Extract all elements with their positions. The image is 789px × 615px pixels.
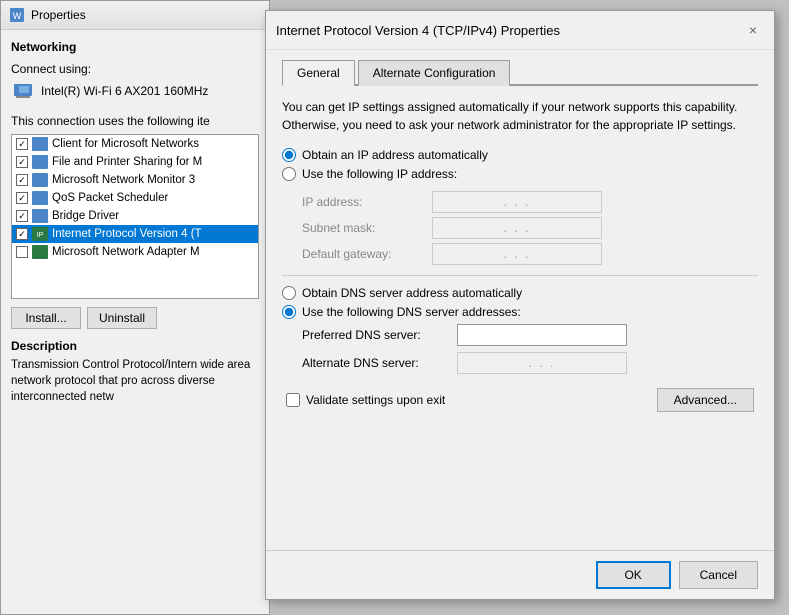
dialog-titlebar: Internet Protocol Version 4 (TCP/IPv4) P… <box>266 11 774 50</box>
divider <box>282 275 758 276</box>
cancel-button[interactable]: Cancel <box>679 561 758 589</box>
bottom-section: Validate settings upon exit Advanced... <box>282 388 758 412</box>
list-item[interactable]: Microsoft Network Adapter M <box>12 243 258 261</box>
obtain-ip-option[interactable]: Obtain an IP address automatically <box>282 148 758 162</box>
checkbox-qos[interactable] <box>16 192 28 204</box>
alternate-dns-input[interactable]: . . . <box>457 352 627 374</box>
info-text: You can get IP settings assigned automat… <box>282 98 758 134</box>
install-button[interactable]: Install... <box>11 307 81 329</box>
checkbox-file-sharing[interactable] <box>16 156 28 168</box>
list-item[interactable]: IP Internet Protocol Version 4 (T <box>12 225 258 243</box>
tab-alternate-config[interactable]: Alternate Configuration <box>358 60 511 86</box>
close-button[interactable]: × <box>742 19 764 41</box>
use-dns-option[interactable]: Use the following DNS server addresses: <box>282 305 758 319</box>
nic-icon <box>13 82 35 100</box>
obtain-dns-radio[interactable] <box>282 286 296 300</box>
checkbox-bridge[interactable] <box>16 210 28 222</box>
obtain-dns-option[interactable]: Obtain DNS server address automatically <box>282 286 758 300</box>
checkbox-monitor[interactable] <box>16 174 28 186</box>
comp-icon <box>32 209 48 223</box>
use-ip-radio[interactable] <box>282 167 296 181</box>
dialog-body: General Alternate Configuration You can … <box>266 50 774 422</box>
list-item[interactable]: File and Printer Sharing for M <box>12 153 258 171</box>
dns-section: Obtain DNS server address automatically … <box>282 286 758 374</box>
obtain-ip-label: Obtain an IP address automatically <box>302 148 488 162</box>
ip-fields-section: IP address: . . . Subnet mask: . . . Def… <box>302 191 758 265</box>
comp-icon <box>32 137 48 151</box>
dns-fields-section: Preferred DNS server: Alternate DNS serv… <box>302 324 758 374</box>
checkbox-adapter[interactable] <box>16 246 28 258</box>
checkbox-client[interactable] <box>16 138 28 150</box>
ip-address-input[interactable]: . . . <box>432 191 602 213</box>
ip-address-label: IP address: <box>302 195 432 209</box>
adapter-row: Intel(R) Wi-Fi 6 AX201 160MHz <box>11 80 259 102</box>
comp-icon: IP <box>32 227 48 241</box>
comp-icon <box>32 155 48 169</box>
use-ip-option[interactable]: Use the following IP address: <box>282 167 758 181</box>
use-dns-label: Use the following DNS server addresses: <box>302 305 521 319</box>
comp-icon <box>32 191 48 205</box>
connection-uses-label: This connection uses the following ite <box>11 114 259 128</box>
networking-label: Networking <box>11 40 259 54</box>
bg-window-title: Properties <box>31 8 86 22</box>
comp-icon <box>32 245 48 259</box>
svg-text:IP: IP <box>37 232 44 239</box>
description-label: Description <box>11 339 259 353</box>
list-item[interactable]: QoS Packet Scheduler <box>12 189 258 207</box>
preferred-dns-row: Preferred DNS server: <box>302 324 758 346</box>
subnet-mask-label: Subnet mask: <box>302 221 432 235</box>
bg-titlebar: W Properties <box>1 1 269 30</box>
dialog-title: Internet Protocol Version 4 (TCP/IPv4) P… <box>276 23 560 38</box>
checkbox-ipv4[interactable] <box>16 228 28 240</box>
validate-checkbox[interactable] <box>286 393 300 407</box>
tab-general[interactable]: General <box>282 60 355 86</box>
obtain-ip-radio[interactable] <box>282 148 296 162</box>
subnet-mask-input[interactable]: . . . <box>432 217 602 239</box>
comp-icon <box>32 173 48 187</box>
wifi-icon: W <box>9 7 25 23</box>
preferred-dns-label: Preferred DNS server: <box>302 328 457 342</box>
list-item[interactable]: Client for Microsoft Networks <box>12 135 258 153</box>
ok-button[interactable]: OK <box>596 561 671 589</box>
validate-row: Validate settings upon exit <box>286 393 445 407</box>
list-item[interactable]: Microsoft Network Monitor 3 <box>12 171 258 189</box>
use-ip-label: Use the following IP address: <box>302 167 457 181</box>
ip-radio-group: Obtain an IP address automatically Use t… <box>282 148 758 181</box>
uninstall-button[interactable]: Uninstall <box>87 307 157 329</box>
install-uninstall-row: Install... Uninstall <box>11 307 259 329</box>
preferred-dns-input[interactable] <box>457 324 627 346</box>
svg-text:W: W <box>13 11 22 21</box>
description-text: Transmission Control Protocol/Intern wid… <box>11 357 259 405</box>
subnet-mask-row: Subnet mask: . . . <box>302 217 758 239</box>
alternate-dns-label: Alternate DNS server: <box>302 356 457 370</box>
gateway-row: Default gateway: . . . <box>302 243 758 265</box>
use-dns-radio[interactable] <box>282 305 296 319</box>
gateway-input[interactable]: . . . <box>432 243 602 265</box>
adapter-name: Intel(R) Wi-Fi 6 AX201 160MHz <box>41 84 208 98</box>
ip-address-row: IP address: . . . <box>302 191 758 213</box>
tabs-bar: General Alternate Configuration <box>282 60 758 86</box>
ipv4-properties-dialog: Internet Protocol Version 4 (TCP/IPv4) P… <box>265 10 775 600</box>
dialog-footer: OK Cancel <box>266 550 774 599</box>
list-item[interactable]: Bridge Driver <box>12 207 258 225</box>
alternate-dns-row: Alternate DNS server: . . . <box>302 352 758 374</box>
validate-label: Validate settings upon exit <box>306 393 445 407</box>
obtain-dns-label: Obtain DNS server address automatically <box>302 286 522 300</box>
connect-using-label: Connect using: <box>11 62 259 76</box>
advanced-button[interactable]: Advanced... <box>657 388 754 412</box>
background-window: W Properties Networking Connect using: I… <box>0 0 270 615</box>
gateway-label: Default gateway: <box>302 247 432 261</box>
components-list: Client for Microsoft Networks File and P… <box>11 134 259 299</box>
